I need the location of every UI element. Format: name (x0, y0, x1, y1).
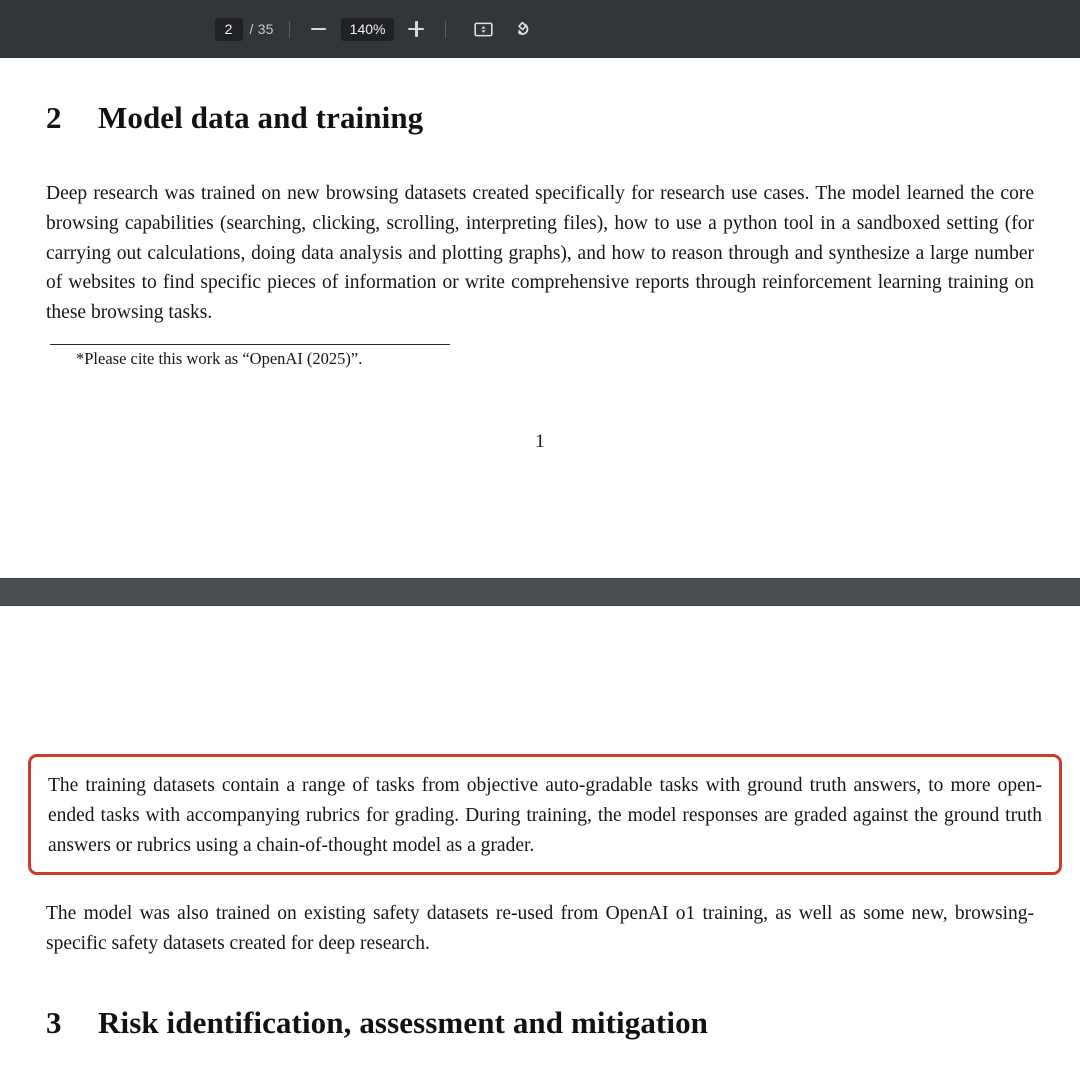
toolbar-divider-2 (445, 20, 447, 38)
toolbar-view-tools (469, 15, 537, 43)
zoom-in-button[interactable] (402, 15, 430, 43)
page-1-number: 1 (535, 430, 545, 452)
page-2-content: The model was also trained on existing s… (0, 899, 1080, 1041)
rotate-button[interactable] (509, 15, 537, 43)
toolbar-divider-1 (288, 20, 290, 38)
footnote-rule (50, 343, 450, 345)
highlighted-callout-box: The training datasets contain a range of… (28, 754, 1062, 876)
fit-to-page-icon (474, 22, 493, 36)
pdf-page-1: 2 Model data and training Deep research w… (0, 58, 1080, 578)
fit-to-page-button[interactable] (469, 15, 497, 43)
highlight-paragraph: The training datasets contain a range of… (48, 775, 1042, 856)
page-1-content: 2 Model data and training Deep research w… (0, 58, 1080, 453)
section-title: Model data and training (98, 100, 424, 135)
minus-icon (311, 28, 327, 30)
footnote-text: *Please cite this work as “OpenAI (2025)… (76, 348, 363, 368)
rotate-counterclockwise-icon (518, 21, 529, 35)
page-1-paragraph: Deep research was trained on new browsin… (46, 183, 1034, 324)
section-heading-2: 2 Model data and training (46, 58, 1034, 136)
page-2-paragraph: The model was also trained on existing s… (46, 903, 1034, 955)
pdf-toolbar: / 35 140% (0, 0, 1080, 58)
section-heading-3: 3 Risk identification, assessment and mit… (46, 1005, 1034, 1041)
section-title-3: Risk identification, assessment and miti… (98, 1004, 709, 1040)
total-pages-label: / 35 (249, 20, 274, 37)
plus-icon (408, 21, 425, 37)
current-page-input[interactable] (214, 17, 243, 41)
pdf-page-2: The training datasets contain a range of… (0, 754, 1080, 1082)
pdf-viewer[interactable]: 2 Model data and training Deep research w… (0, 58, 1080, 1082)
page-separator (0, 578, 1080, 606)
zoom-out-button[interactable] (305, 15, 333, 43)
section-number: 2 (46, 100, 62, 135)
zoom-level-display[interactable]: 140% (340, 17, 395, 41)
page-navigation: / 35 (214, 17, 274, 41)
footnote-block: *Please cite this work as “OpenAI (2025)… (46, 343, 1034, 369)
section-number-3: 3 (46, 1004, 62, 1040)
toolbar-controls: / 35 140% (214, 0, 538, 58)
